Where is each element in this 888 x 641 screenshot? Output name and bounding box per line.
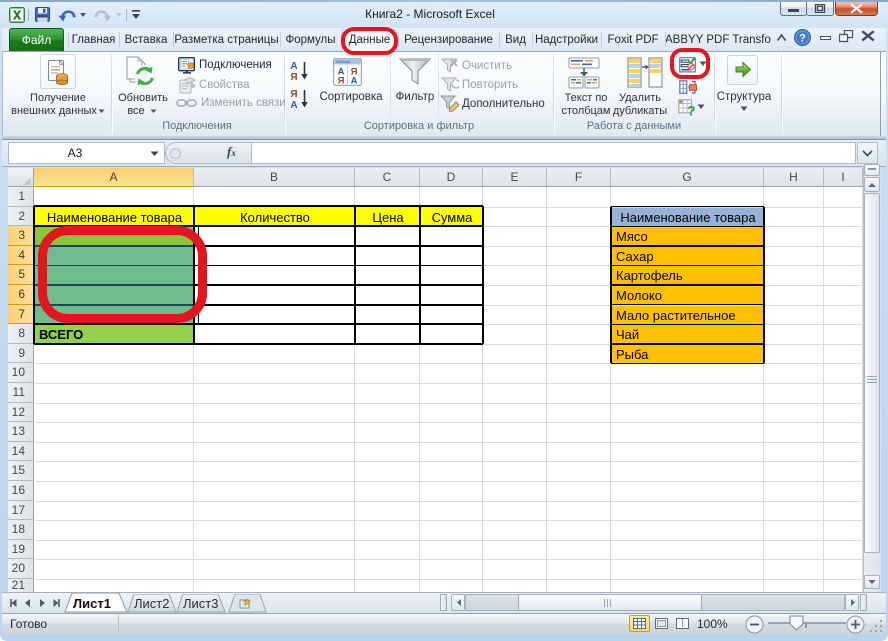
svg-text:А: А <box>351 76 358 87</box>
svg-text:А: А <box>290 61 297 72</box>
svg-text:Я: Я <box>290 89 297 100</box>
svg-text:?: ? <box>687 103 696 118</box>
svg-text:Я: Я <box>338 76 345 87</box>
svg-text:?: ? <box>799 33 806 45</box>
svg-text:А: А <box>290 100 297 110</box>
svg-text:Я: Я <box>290 72 297 82</box>
